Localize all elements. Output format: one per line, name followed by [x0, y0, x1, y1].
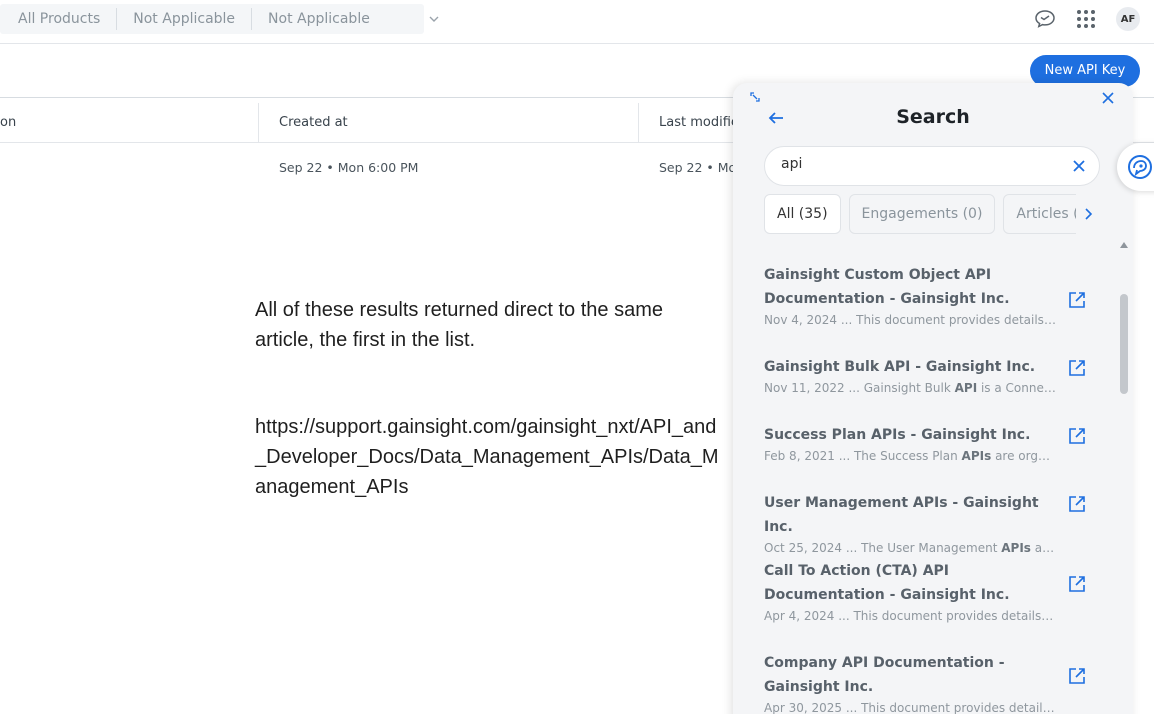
result-title[interactable]: Gainsight Custom Object API Documentatio…: [764, 263, 1064, 311]
close-icon[interactable]: [1101, 91, 1115, 105]
cell-created-at: Sep 22 • Mon 6:00 PM: [279, 160, 419, 175]
scrollbar[interactable]: [1119, 238, 1129, 714]
result-snippet-text: ... This document provides details of R: [837, 313, 1056, 327]
result-snippet-tail: is a Connector ...: [980, 381, 1056, 395]
filter-segment[interactable]: Not Applicable: [117, 8, 253, 30]
avatar[interactable]: AF: [1116, 7, 1140, 31]
list-item[interactable]: Success Plan APIs - Gainsight Inc. Feb 8…: [764, 423, 1104, 463]
result-date: Feb 8, 2021: [764, 449, 835, 463]
result-date: Oct 25, 2024: [764, 541, 842, 555]
result-highlight: APIs: [961, 449, 992, 463]
column-header-name[interactable]: on: [0, 103, 16, 143]
cell-last-modified: Sep 22 • Mon: [659, 160, 733, 175]
list-item[interactable]: Gainsight Bulk API - Gainsight Inc. Nov …: [764, 355, 1104, 395]
list-item[interactable]: Gainsight Custom Object API Documentatio…: [764, 263, 1104, 327]
tab-engagements[interactable]: Engagements (0): [848, 194, 996, 234]
column-divider[interactable]: [638, 103, 639, 143]
result-date: Nov 4, 2024: [764, 313, 838, 327]
external-link-icon[interactable]: [1068, 427, 1086, 445]
result-title[interactable]: Call To Action (CTA) API Documentation -…: [764, 559, 1064, 607]
result-snippet-tail: are or...: [1034, 541, 1056, 555]
external-link-icon[interactable]: [1068, 291, 1086, 309]
top-bar: All Products Not Applicable Not Applicab…: [0, 0, 1154, 44]
assistant-icon: [1128, 155, 1152, 179]
result-snippet: Apr 30, 2025 ... This document provides …: [764, 701, 1056, 714]
result-title[interactable]: Company API Documentation - Gainsight In…: [764, 651, 1064, 699]
result-date: Nov 11, 2022: [764, 381, 845, 395]
scroll-up-arrow[interactable]: [1120, 242, 1128, 248]
result-snippet: Nov 11, 2022 ... Gainsight Bulk API is a…: [764, 381, 1056, 395]
list-item[interactable]: User Management APIs - Gainsight Inc. Oc…: [764, 491, 1104, 555]
search-panel: Search All (35) Engagements (0) Articles…: [733, 83, 1133, 714]
column-header-modified[interactable]: Last modifie: [659, 103, 739, 143]
expand-icon[interactable]: [750, 92, 760, 102]
list-item[interactable]: Company API Documentation - Gainsight In…: [764, 651, 1104, 714]
filter-dropdown[interactable]: Not Applicable: [252, 8, 456, 30]
chevron-right-icon[interactable]: [1083, 207, 1093, 221]
result-snippet-text: ... This document provides details of R.…: [834, 609, 1056, 623]
clear-search-icon[interactable]: [1072, 159, 1086, 173]
result-date: Apr 4, 2024: [764, 609, 835, 623]
result-snippet: Feb 8, 2021 ... The Success Plan APIs ar…: [764, 449, 1056, 463]
result-snippet: Nov 4, 2024 ... This document provides d…: [764, 313, 1056, 327]
tab-all[interactable]: All (35): [764, 194, 841, 234]
app-grid-icon[interactable]: [1076, 9, 1096, 29]
external-link-icon[interactable]: [1068, 359, 1086, 377]
result-title[interactable]: Gainsight Bulk API - Gainsight Inc.: [764, 355, 1064, 379]
top-icons: AF: [1034, 7, 1140, 31]
tab-articles[interactable]: Articles (10): [1003, 194, 1076, 234]
filter-dropdown-label: Not Applicable: [268, 11, 370, 27]
result-date: Apr 30, 2025: [764, 701, 843, 714]
panel-title: Search: [896, 106, 970, 128]
result-snippet-tail: are organize...: [995, 449, 1056, 463]
result-snippet-text: ... Gainsight Bulk: [844, 381, 955, 395]
chevron-down-icon: [429, 16, 439, 22]
page: All Products Not Applicable Not Applicab…: [0, 0, 1154, 714]
result-snippet-text: ... The Success Plan: [834, 449, 962, 463]
search-input[interactable]: [781, 156, 1051, 172]
annotation-url: https://support.gainsight.com/gainsight_…: [255, 416, 719, 498]
scrollbar-thumb[interactable]: [1120, 294, 1128, 394]
search-box: [764, 146, 1100, 186]
list-item[interactable]: Call To Action (CTA) API Documentation -…: [764, 559, 1104, 623]
external-link-icon[interactable]: [1068, 495, 1086, 513]
filter-bar: All Products Not Applicable Not Applicab…: [0, 4, 439, 34]
result-snippet: Apr 4, 2024 ... This document provides d…: [764, 609, 1056, 623]
column-divider[interactable]: [258, 103, 259, 143]
annotation-note: All of these results returned direct to …: [255, 299, 663, 351]
external-link-icon[interactable]: [1068, 667, 1086, 685]
result-snippet-text: ... This document provides details of ..…: [842, 701, 1056, 714]
result-title[interactable]: Success Plan APIs - Gainsight Inc.: [764, 423, 1064, 447]
result-title[interactable]: User Management APIs - Gainsight Inc.: [764, 491, 1064, 539]
external-link-icon[interactable]: [1068, 575, 1086, 593]
chat-icon[interactable]: [1034, 8, 1056, 30]
result-snippet: Oct 25, 2024 ... The User Management API…: [764, 541, 1056, 555]
column-header-created[interactable]: Created at: [279, 103, 348, 143]
result-snippet-text: ... The User Management: [842, 541, 1002, 555]
result-tabs: All (35) Engagements (0) Articles (10): [764, 194, 1076, 234]
result-highlight: APIs: [1001, 541, 1031, 555]
result-highlight: API: [954, 381, 978, 395]
filter-products[interactable]: All Products: [0, 8, 118, 30]
